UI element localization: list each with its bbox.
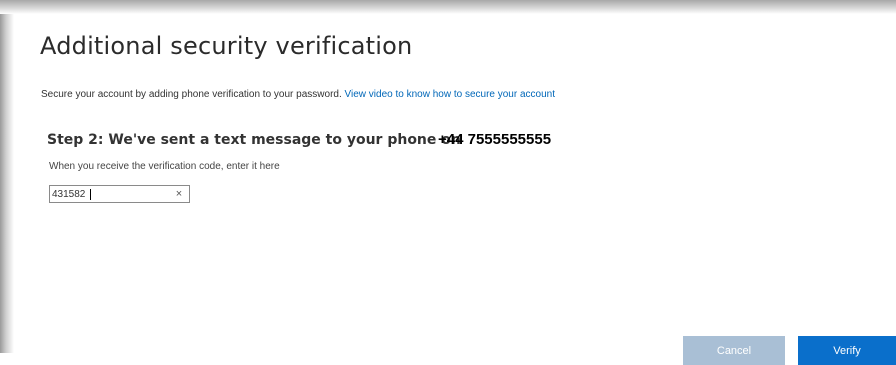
cancel-button[interactable]: Cancel	[683, 336, 785, 365]
phone-number: +44 7555555555	[438, 131, 552, 148]
text-caret	[90, 189, 91, 200]
window-frame-top	[0, 0, 896, 14]
verification-code-field[interactable]: ×	[49, 185, 190, 203]
step-heading: Step 2: We've sent a text message to you…	[47, 132, 461, 148]
intro-text: Secure your account by adding phone veri…	[41, 89, 342, 100]
verification-panel: Additional security verification Secure …	[14, 14, 896, 365]
close-icon[interactable]: ×	[173, 187, 185, 201]
verification-code-input[interactable]	[52, 187, 162, 201]
video-help-link[interactable]: View video to know how to secure your ac…	[345, 89, 556, 100]
verify-button[interactable]: Verify	[798, 336, 896, 365]
page-title: Additional security verification	[40, 32, 413, 60]
code-hint-label: When you receive the verification code, …	[49, 161, 280, 172]
intro-text-row: Secure your account by adding phone veri…	[41, 89, 555, 100]
